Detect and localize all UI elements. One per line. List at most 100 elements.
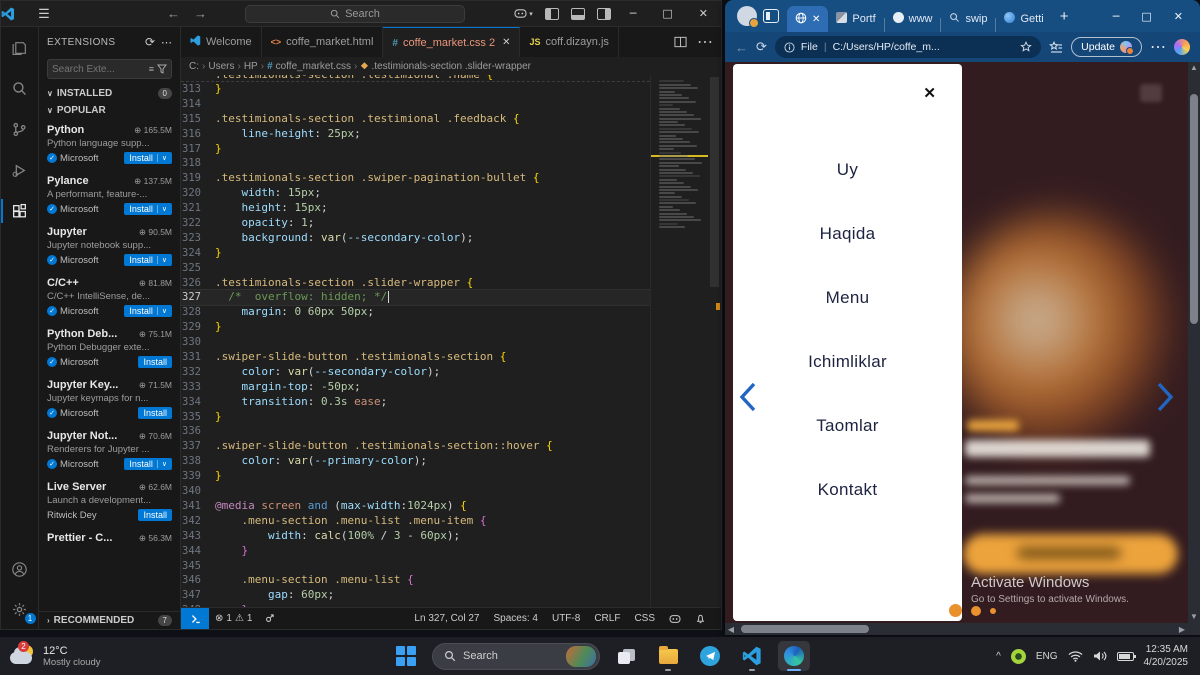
search-highlight-image[interactable] bbox=[566, 646, 596, 667]
breadcrumb-item[interactable]: C: bbox=[189, 61, 199, 72]
profile-avatar[interactable] bbox=[737, 6, 757, 26]
page-horizontal-scrollbar[interactable]: ◀ ▶ bbox=[725, 623, 1188, 635]
workspaces-icon[interactable] bbox=[763, 9, 779, 23]
code-line[interactable]: 343 width: calc(100% / 3 - 60px); bbox=[181, 529, 650, 544]
code-line[interactable]: 314 bbox=[181, 97, 650, 112]
more-actions-icon[interactable]: ⋯ bbox=[161, 36, 172, 49]
toggle-secondary-sidebar-icon[interactable] bbox=[597, 8, 611, 20]
install-dropdown-icon[interactable]: ∨ bbox=[157, 256, 167, 264]
site-menu-item[interactable]: Haqida bbox=[820, 224, 876, 244]
split-editor-icon[interactable] bbox=[674, 36, 687, 48]
antivirus-tray-icon[interactable] bbox=[1011, 649, 1026, 664]
browser-refresh-icon[interactable]: ⟳ bbox=[756, 39, 767, 55]
code-line[interactable]: 332 color: var(--secondary-color); bbox=[181, 365, 650, 380]
code-line[interactable]: 326.testimionals-section .slider-wrapper… bbox=[181, 276, 650, 291]
site-menu-item[interactable]: Menu bbox=[826, 288, 870, 308]
install-button[interactable]: Install bbox=[138, 356, 172, 368]
install-button[interactable]: Install∨ bbox=[124, 458, 172, 470]
code-line[interactable]: 346 .menu-section .menu-list { bbox=[181, 573, 650, 588]
code-line[interactable]: 315.testimionals-section .testimional .f… bbox=[181, 112, 650, 127]
install-button[interactable]: Install bbox=[138, 407, 172, 419]
install-button[interactable]: Install∨ bbox=[124, 203, 172, 215]
site-menu-item[interactable]: Uy bbox=[837, 160, 858, 180]
source-control-icon[interactable] bbox=[8, 117, 32, 141]
code-line[interactable]: 313} bbox=[181, 82, 650, 97]
install-button[interactable]: Install bbox=[138, 509, 172, 521]
toggle-sidebar-icon[interactable] bbox=[545, 8, 559, 20]
recommended-section-header[interactable]: › RECOMMENDED 7 bbox=[39, 611, 180, 629]
nav-back-icon[interactable]: ← bbox=[167, 6, 180, 21]
page-vertical-scrollbar[interactable]: ▲ ▼ bbox=[1188, 62, 1200, 623]
extension-item[interactable]: Prettier - C...⊕ 56.3M bbox=[39, 527, 180, 550]
editor-scrollbar[interactable] bbox=[708, 75, 721, 607]
statusbar-copilot-icon[interactable] bbox=[662, 614, 688, 624]
vscode-maximize-button[interactable]: □ bbox=[655, 7, 679, 20]
taskbar-search[interactable]: Search bbox=[432, 643, 600, 670]
scroll-right-arrow[interactable]: ▶ bbox=[1176, 625, 1188, 634]
slider-prev-arrow[interactable] bbox=[735, 380, 761, 414]
weather-widget[interactable]: 2 12°C Mostly cloudy bbox=[0, 644, 390, 668]
browser-tab[interactable]: swip bbox=[941, 6, 995, 32]
eol-sequence[interactable]: CRLF bbox=[587, 613, 627, 624]
minimap[interactable] bbox=[650, 75, 708, 607]
code-line[interactable]: 325 bbox=[181, 261, 650, 276]
site-menu-item[interactable]: Taomlar bbox=[816, 416, 879, 436]
browser-back-icon[interactable]: ← bbox=[735, 40, 748, 55]
browser-tab[interactable]: Getti bbox=[996, 6, 1051, 32]
wifi-icon[interactable] bbox=[1068, 650, 1083, 662]
tab-close-icon[interactable]: ✕ bbox=[502, 37, 510, 48]
search-sidebar-icon[interactable] bbox=[8, 76, 32, 100]
editor-tab[interactable]: <>coffe_market.html bbox=[262, 27, 384, 57]
battery-icon[interactable] bbox=[1117, 652, 1134, 661]
extensions-search-input[interactable] bbox=[52, 64, 146, 75]
code-line[interactable]: 339} bbox=[181, 469, 650, 484]
code-line[interactable]: 334 transition: 0.3s ease; bbox=[181, 395, 650, 410]
install-dropdown-icon[interactable]: ∨ bbox=[157, 460, 167, 468]
code-line[interactable]: 328 margin: 0 60px 50px; bbox=[181, 305, 650, 320]
file-explorer-button[interactable] bbox=[652, 641, 684, 671]
refresh-icon[interactable]: ⟳ bbox=[145, 35, 155, 49]
browser-menu-icon[interactable]: ⋯ bbox=[1150, 37, 1166, 57]
extension-item[interactable]: Pylance⊕ 137.5MA performant, feature-...… bbox=[39, 170, 180, 221]
problems-indicator[interactable]: ⊗1 ⚠1 bbox=[209, 613, 258, 624]
code-line[interactable]: 333 margin-top: -50px; bbox=[181, 380, 650, 395]
language-indicator[interactable]: ENG bbox=[1036, 651, 1058, 662]
telegram-button[interactable] bbox=[694, 641, 726, 671]
indentation[interactable]: Spaces: 4 bbox=[486, 613, 544, 624]
task-view-button[interactable] bbox=[610, 641, 642, 671]
address-bar[interactable]: File | C:/Users/HP/coffe_m... bbox=[775, 36, 1041, 58]
toggle-panel-icon[interactable] bbox=[571, 8, 585, 20]
explorer-icon[interactable] bbox=[8, 35, 32, 59]
code-line[interactable]: 344 } bbox=[181, 544, 650, 559]
new-tab-button[interactable]: + bbox=[1052, 8, 1077, 25]
code-line[interactable]: 340 bbox=[181, 484, 650, 499]
code-line[interactable]: 330 bbox=[181, 335, 650, 350]
favorites-bar-icon[interactable] bbox=[1049, 41, 1063, 54]
extension-item[interactable]: Jupyter⊕ 90.5MJupyter notebook supp...✓M… bbox=[39, 221, 180, 272]
sort-icon[interactable]: ≡ bbox=[149, 64, 154, 74]
slider-next-arrow[interactable] bbox=[1152, 380, 1178, 414]
scroll-up-arrow[interactable]: ▲ bbox=[1188, 62, 1200, 74]
clock[interactable]: 12:35 AM 4/20/2025 bbox=[1144, 643, 1189, 669]
language-mode[interactable]: CSS bbox=[627, 613, 662, 624]
site-menu-item[interactable]: Ichimliklar bbox=[808, 352, 887, 372]
browser-copilot-icon[interactable] bbox=[1174, 39, 1190, 55]
editor-tab[interactable]: JScoff.dizayn.js bbox=[520, 27, 618, 57]
hero-cta-button-blurred[interactable] bbox=[963, 534, 1178, 574]
popular-section-header[interactable]: ∨ POPULAR bbox=[39, 102, 180, 119]
breadcrumb-item[interactable]: HP bbox=[244, 61, 258, 72]
install-dropdown-icon[interactable]: ∨ bbox=[157, 307, 167, 315]
encoding[interactable]: UTF-8 bbox=[545, 613, 587, 624]
vscode-taskbar-button[interactable] bbox=[736, 641, 768, 671]
breadcrumb-item[interactable]: ❖.testimionals-section .slider-wrapper bbox=[360, 61, 531, 72]
update-button[interactable]: Update bbox=[1071, 37, 1142, 57]
notifications-bell-icon[interactable] bbox=[688, 613, 713, 624]
install-button[interactable]: Install∨ bbox=[124, 254, 172, 266]
breadcrumb-item[interactable]: #coffe_market.css bbox=[267, 61, 351, 72]
code-line[interactable]: 327 /* overflow: hidden; */ bbox=[181, 290, 650, 305]
scroll-left-arrow[interactable]: ◀ bbox=[725, 625, 737, 634]
extension-item[interactable]: Jupyter Key...⊕ 71.5MJupyter keymaps for… bbox=[39, 374, 180, 425]
code-line[interactable]: 321 height: 15px; bbox=[181, 201, 650, 216]
editor-tab[interactable]: #coffe_market.css 2✕ bbox=[383, 27, 520, 57]
run-debug-icon[interactable] bbox=[8, 158, 32, 182]
